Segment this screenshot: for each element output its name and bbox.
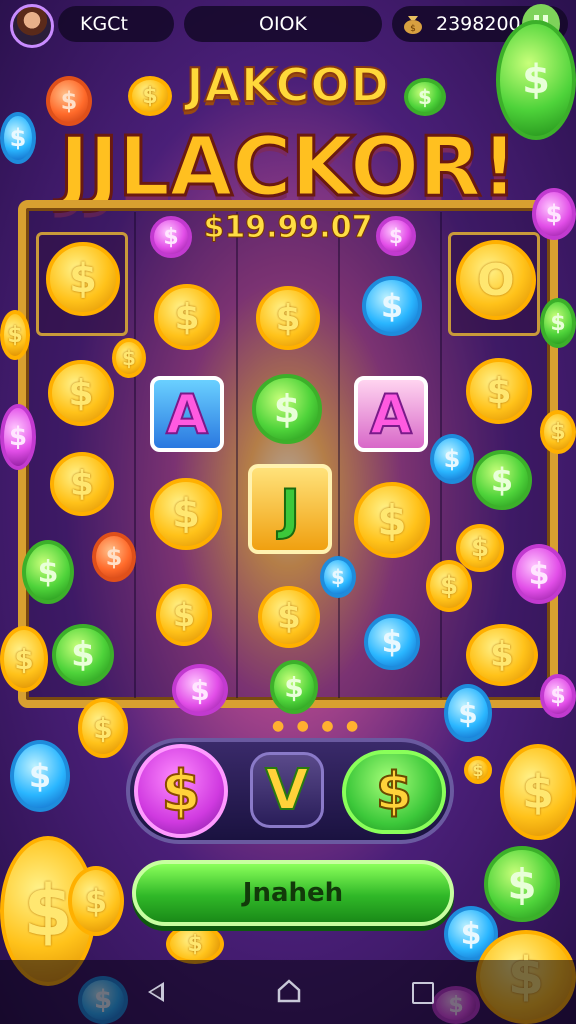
coin-symbol: $ bbox=[150, 216, 192, 258]
collect-coin-button[interactable]: $ bbox=[342, 750, 446, 834]
coin-symbol: $ bbox=[466, 358, 532, 424]
symbol-tile-j: J bbox=[248, 464, 332, 554]
coin-symbol: $ bbox=[46, 242, 120, 316]
svg-text:$: $ bbox=[410, 24, 416, 34]
coin-symbol: $ bbox=[354, 482, 430, 558]
balance-value: 2398200 bbox=[436, 13, 521, 35]
confirm-button[interactable]: V bbox=[250, 752, 324, 828]
center-pill: OIOK bbox=[184, 6, 382, 42]
coin-symbol: $ bbox=[430, 434, 474, 484]
recents-icon[interactable] bbox=[412, 982, 434, 1004]
coin-symbol: $ bbox=[426, 560, 472, 612]
coin-symbol: $ bbox=[258, 586, 320, 648]
coin-symbol: $ bbox=[466, 624, 538, 686]
money-bag-icon: $ bbox=[404, 16, 422, 34]
bet-coin-button[interactable]: $ bbox=[134, 744, 228, 838]
coin-symbol: $ bbox=[0, 310, 30, 360]
player-name: KGCt bbox=[80, 13, 128, 35]
coin-symbol: $ bbox=[252, 374, 322, 444]
reel-divider bbox=[338, 212, 340, 698]
symbol-tile-a: A bbox=[150, 376, 224, 452]
coin-symbol: $ bbox=[444, 684, 492, 742]
coin-symbol: $ bbox=[150, 478, 222, 550]
action-button[interactable]: Jnaheh bbox=[132, 860, 454, 926]
coin-symbol: $ bbox=[484, 846, 560, 922]
coin-symbol: $ bbox=[68, 866, 124, 936]
coin-symbol: $ bbox=[256, 286, 320, 350]
coin-symbol: $ bbox=[48, 360, 114, 426]
reel-divider bbox=[134, 212, 136, 698]
coin-symbol: $ bbox=[10, 740, 70, 812]
coin-symbol: $ bbox=[376, 216, 416, 256]
coin-symbol: $ bbox=[46, 76, 92, 126]
coin-symbol: $ bbox=[92, 532, 136, 582]
coin-symbol: $ bbox=[464, 756, 492, 784]
coin-symbol: $ bbox=[78, 698, 128, 758]
coin-symbol: $ bbox=[52, 624, 114, 686]
center-label: OIOK bbox=[259, 13, 307, 35]
coin-symbol: $ bbox=[540, 410, 576, 454]
coin-symbol: $ bbox=[112, 338, 146, 378]
page-dots: ● ● ● ● bbox=[272, 718, 363, 734]
coin-symbol: $ bbox=[166, 924, 224, 964]
corner-symbol: O bbox=[456, 240, 536, 320]
back-icon[interactable] bbox=[148, 982, 164, 1002]
coin-symbol: $ bbox=[0, 112, 36, 164]
symbol-tile-a: A bbox=[354, 376, 428, 452]
coin-symbol: $ bbox=[0, 404, 36, 470]
coin-symbol: $ bbox=[496, 20, 576, 140]
coin-symbol: $ bbox=[500, 744, 576, 840]
coin-symbol: $ bbox=[362, 276, 422, 336]
coin-symbol: $ bbox=[156, 584, 212, 646]
coin-symbol: $ bbox=[154, 284, 220, 350]
coin-symbol: $ bbox=[472, 450, 532, 510]
coin-symbol: $ bbox=[512, 544, 566, 604]
coin-symbol: $ bbox=[540, 674, 576, 718]
coin-symbol: $ bbox=[532, 188, 576, 240]
coin-symbol: $ bbox=[128, 76, 172, 116]
home-icon[interactable] bbox=[276, 978, 302, 1004]
coin-symbol: $ bbox=[22, 540, 74, 604]
top-bar: KGCt OIOK $ 2398200 bbox=[0, 0, 576, 48]
coin-symbol: $ bbox=[50, 452, 114, 516]
reel-divider bbox=[236, 212, 238, 698]
player-avatar[interactable] bbox=[10, 4, 54, 48]
coin-symbol: $ bbox=[320, 556, 356, 598]
coin-symbol: $ bbox=[172, 664, 228, 716]
coin-symbol: $ bbox=[364, 614, 420, 670]
coin-symbol: $ bbox=[540, 298, 576, 348]
coin-symbol: $ bbox=[404, 78, 446, 116]
coin-symbol: $ bbox=[270, 660, 318, 714]
player-name-pill: KGCt bbox=[58, 6, 174, 42]
coin-symbol: $ bbox=[0, 626, 48, 692]
